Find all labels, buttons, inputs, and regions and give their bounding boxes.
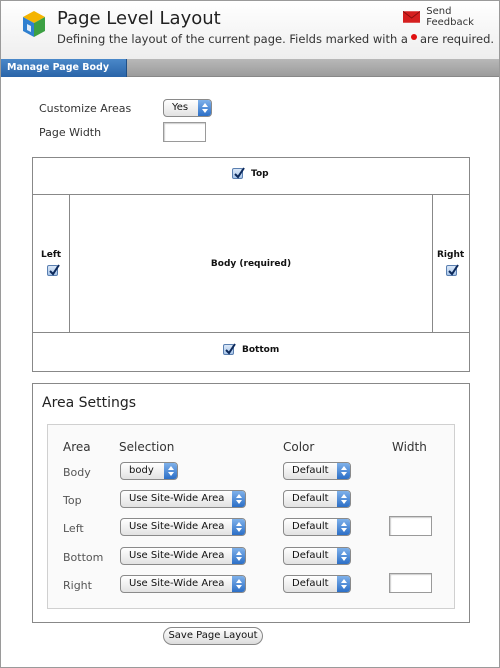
- page-width-label: Page Width: [39, 126, 102, 139]
- select-arrows-icon: [164, 463, 177, 479]
- subtitle-text: Defining the layout of the current page.…: [57, 32, 408, 46]
- select-arrows-icon: [198, 100, 211, 116]
- layout-area-right: Right: [432, 195, 469, 332]
- row-label-top: Top: [63, 494, 82, 507]
- checkmark-icon: [49, 264, 60, 276]
- page-width-input[interactable]: [163, 122, 206, 142]
- selection-value: body: [129, 465, 154, 476]
- selection-select-top[interactable]: Use Site-Wide Area: [120, 490, 246, 508]
- checkmark-icon: [225, 343, 236, 355]
- color-value: Default: [292, 493, 329, 504]
- top-area-label: Top: [251, 168, 269, 179]
- color-select-bottom[interactable]: Default: [283, 547, 351, 565]
- color-select-body[interactable]: Default: [283, 462, 351, 480]
- body-area-label: Body (required): [210, 259, 292, 269]
- page-subtitle: Defining the layout of the current page.…: [57, 32, 494, 46]
- cms-cube-logo-icon: [23, 11, 45, 37]
- customize-areas-select[interactable]: Yes: [163, 99, 212, 117]
- select-arrows-icon: [337, 463, 350, 479]
- select-arrows-icon: [232, 519, 245, 535]
- save-page-layout-button[interactable]: Save Page Layout: [163, 627, 263, 645]
- column-header-selection: Selection: [119, 440, 175, 454]
- column-header-area: Area: [63, 440, 91, 454]
- select-arrows-icon: [232, 576, 245, 592]
- area-settings-panel: Area Settings Area Selection Color Width…: [32, 383, 470, 623]
- area-settings-title: Area Settings: [42, 395, 137, 411]
- selection-value: Use Site-Wide Area: [129, 550, 225, 561]
- selection-value: Use Site-Wide Area: [129, 493, 225, 504]
- row-label-bottom: Bottom: [63, 551, 104, 564]
- page-header: Page Level Layout Defining the layout of…: [1, 1, 499, 59]
- checkmark-icon: [234, 167, 245, 179]
- area-settings-table: Area Selection Color Width Body body Def…: [47, 424, 455, 609]
- select-arrows-icon: [232, 491, 245, 507]
- top-area-checkbox[interactable]: [232, 167, 245, 179]
- layout-diagram: Top Left Body (required) Right Bottom: [32, 157, 470, 372]
- color-value: Default: [292, 550, 329, 561]
- page-title: Page Level Layout: [57, 8, 221, 29]
- select-arrows-icon: [337, 548, 350, 564]
- bottom-area-checkbox[interactable]: [223, 343, 236, 355]
- color-select-left[interactable]: Default: [283, 518, 351, 536]
- layout-area-left: Left: [33, 195, 70, 332]
- layout-area-bottom: Bottom: [33, 332, 469, 371]
- mail-envelope-icon: [403, 11, 421, 23]
- customize-areas-value: Yes: [172, 102, 189, 113]
- tab-manage-page-body-areas[interactable]: Manage Page Body Areas: [1, 59, 127, 91]
- color-value: Default: [292, 465, 329, 476]
- left-area-label: Left: [41, 250, 62, 260]
- width-input-left[interactable]: [389, 516, 432, 536]
- row-label-right: Right: [63, 579, 92, 592]
- layout-area-top: Top: [33, 158, 469, 195]
- select-arrows-icon: [337, 491, 350, 507]
- color-value: Default: [292, 521, 329, 532]
- subtitle-text-end: are required.: [419, 32, 495, 46]
- color-value: Default: [292, 578, 329, 589]
- row-label-left: Left: [63, 522, 84, 535]
- selection-select-left[interactable]: Use Site-Wide Area: [120, 518, 246, 536]
- send-feedback-link[interactable]: Send Feedback: [403, 6, 499, 28]
- bottom-area-label: Bottom: [242, 344, 280, 355]
- select-arrows-icon: [232, 548, 245, 564]
- selection-select-bottom[interactable]: Use Site-Wide Area: [120, 547, 246, 565]
- color-select-top[interactable]: Default: [283, 490, 351, 508]
- selection-value: Use Site-Wide Area: [129, 578, 225, 589]
- layout-area-body: Body (required): [70, 195, 432, 332]
- row-label-body: Body: [63, 466, 91, 479]
- left-area-checkbox[interactable]: [47, 264, 60, 276]
- right-area-checkbox[interactable]: [446, 264, 459, 276]
- selection-select-right[interactable]: Use Site-Wide Area: [120, 575, 246, 593]
- customize-areas-label: Customize Areas: [39, 102, 132, 115]
- select-arrows-icon: [337, 576, 350, 592]
- column-header-width: Width: [392, 440, 427, 454]
- required-dot-icon: [410, 34, 417, 40]
- send-feedback-label: Send Feedback: [426, 6, 474, 28]
- right-area-label: Right: [437, 250, 465, 260]
- width-input-right[interactable]: [389, 573, 432, 593]
- color-select-right[interactable]: Default: [283, 575, 351, 593]
- column-header-color: Color: [283, 440, 315, 454]
- tab-bar: Manage Page Body Areas: [1, 59, 499, 91]
- select-arrows-icon: [337, 519, 350, 535]
- selection-select-body[interactable]: body: [120, 462, 178, 480]
- selection-value: Use Site-Wide Area: [129, 521, 225, 532]
- checkmark-icon: [448, 264, 459, 276]
